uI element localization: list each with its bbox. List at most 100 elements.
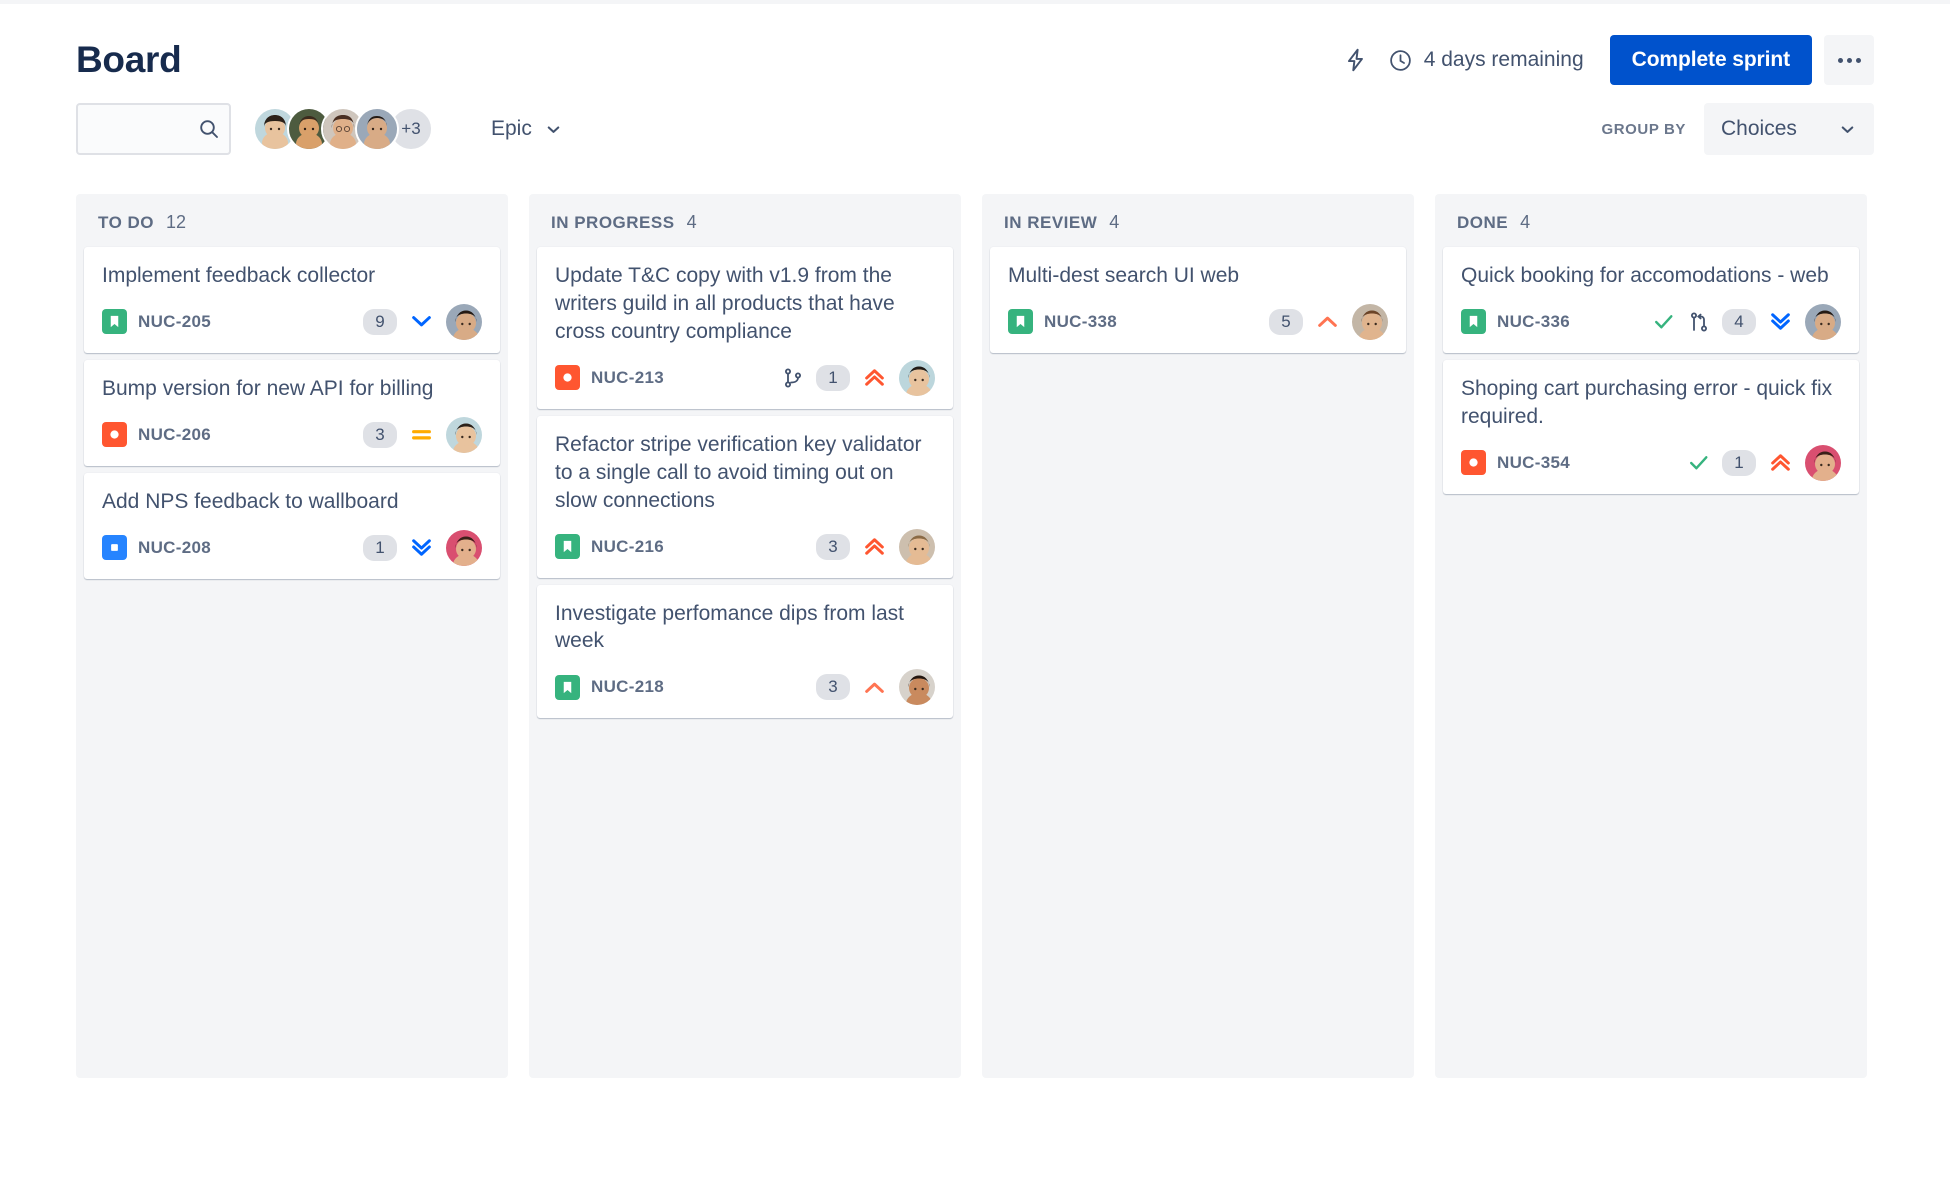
search-box <box>76 103 231 155</box>
complete-sprint-button[interactable]: Complete sprint <box>1609 35 1812 85</box>
issue-card[interactable]: Update T&C copy with v1.9 from the write… <box>537 247 953 409</box>
issue-key[interactable]: NUC-338 <box>1044 312 1117 332</box>
issue-title: Quick booking for accomodations - web <box>1461 264 1829 287</box>
clock-icon <box>1388 48 1413 73</box>
column-count: 4 <box>1109 212 1120 232</box>
board-column: IN REVIEW 4 Multi-dest search UI web NUC-3… <box>982 194 1414 1078</box>
search-input[interactable] <box>76 103 231 155</box>
story-bookmark-icon <box>555 674 580 700</box>
header-actions: 4 days remaining Complete sprint <box>1334 35 1874 85</box>
avatar[interactable] <box>355 107 399 151</box>
bug-circle-icon <box>1461 450 1486 476</box>
page-title: Board <box>76 39 182 80</box>
column-header: IN PROGRESS 4 <box>529 194 961 247</box>
issue-card[interactable]: Quick booking for accomodations - web NU… <box>1443 247 1859 353</box>
chevron-up-icon <box>861 674 888 701</box>
avatar[interactable] <box>1805 444 1841 481</box>
double-chevron-up-icon <box>1767 449 1794 476</box>
double-chevron-up-icon <box>861 364 888 391</box>
group-by-label: GROUP BY <box>1601 120 1686 138</box>
issue-title: Implement feedback collector <box>102 264 376 287</box>
avatar[interactable] <box>1352 303 1388 340</box>
issue-title: Investigate perfomance dips from last we… <box>555 601 905 653</box>
issue-key[interactable]: NUC-206 <box>138 425 211 445</box>
issue-meta: NUC-336 4 <box>1461 303 1841 340</box>
chevron-down-icon <box>544 120 563 139</box>
issue-title: Add NPS feedback to wallboard <box>102 489 399 513</box>
story-points-badge: 1 <box>1722 449 1756 476</box>
column-count: 4 <box>1520 212 1531 232</box>
issue-key[interactable]: NUC-213 <box>591 368 664 388</box>
avatar[interactable] <box>446 303 482 340</box>
issue-title: Update T&C copy with v1.9 from the write… <box>555 264 895 343</box>
bug-circle-icon <box>555 365 580 391</box>
column-title: IN PROGRESS <box>551 213 675 232</box>
issue-meta: NUC-213 1 <box>555 359 935 396</box>
story-bookmark-icon <box>555 534 580 560</box>
issue-title: Bump version for new API for billing <box>102 376 434 400</box>
issue-card[interactable]: Refactor stripe verification key validat… <box>537 415 953 578</box>
issue-card[interactable]: Multi-dest search UI web NUC-338 5 <box>990 247 1406 353</box>
issue-card[interactable]: Bump version for new API for billing NUC… <box>84 359 500 466</box>
board-column: TO DO 12 Implement feedback collector NUC-… <box>76 194 508 1078</box>
issue-key[interactable]: NUC-336 <box>1497 312 1570 332</box>
lightning-bolt-button[interactable] <box>1334 38 1378 82</box>
issue-title: Refactor stripe verification key validat… <box>555 432 922 512</box>
check-icon <box>1651 309 1676 334</box>
avatar-group: +3 <box>253 107 433 151</box>
lightning-bolt-icon <box>1343 47 1369 73</box>
column-header: IN REVIEW 4 <box>982 194 1414 247</box>
column-title: DONE <box>1457 213 1509 232</box>
story-points-badge: 9 <box>363 308 397 335</box>
column-card-list: Implement feedback collector NUC-205 9 B… <box>76 247 508 587</box>
kanban-board: TO DO 12 Implement feedback collector NUC-… <box>76 194 1874 1078</box>
story-points-badge: 1 <box>816 364 850 391</box>
days-remaining-label: 4 days remaining <box>1423 48 1584 71</box>
avatar[interactable] <box>1805 303 1841 340</box>
issue-card[interactable]: Shoping cart purchasing error - quick fi… <box>1443 359 1859 494</box>
issue-meta: NUC-216 3 <box>555 528 935 565</box>
story-bookmark-icon <box>102 309 127 335</box>
group-by-dropdown[interactable]: Choices <box>1704 103 1874 155</box>
column-header: DONE 4 <box>1435 194 1867 247</box>
chevron-up-icon <box>1314 308 1341 335</box>
board-column: DONE 4 Quick booking for accomodations - w… <box>1435 194 1867 1078</box>
issue-key[interactable]: NUC-218 <box>591 677 664 697</box>
board-toolbar: +3 Epic GROUP BY Choices <box>76 90 1874 168</box>
column-title: TO DO <box>98 213 155 232</box>
story-points-badge: 3 <box>816 533 850 560</box>
issue-title: Shoping cart purchasing error - quick fi… <box>1461 376 1833 428</box>
issue-card[interactable]: Investigate perfomance dips from last we… <box>537 584 953 719</box>
more-actions-button[interactable] <box>1824 35 1874 85</box>
bug-circle-icon <box>102 422 127 448</box>
story-points-badge: 3 <box>363 421 397 448</box>
story-points-badge: 5 <box>1269 308 1303 335</box>
avatar[interactable] <box>446 529 482 566</box>
issue-key[interactable]: NUC-205 <box>138 312 211 332</box>
issue-meta: NUC-205 9 <box>102 303 482 340</box>
issue-card[interactable]: Add NPS feedback to wallboard NUC-208 1 <box>84 472 500 579</box>
double-chevron-up-icon <box>861 533 888 560</box>
double-chevron-down-icon <box>1767 308 1794 335</box>
epic-filter-dropdown[interactable]: Epic <box>481 111 573 147</box>
avatar[interactable] <box>899 669 935 706</box>
issue-key[interactable]: NUC-216 <box>591 537 664 557</box>
story-points-badge: 4 <box>1722 308 1756 335</box>
avatar[interactable] <box>899 528 935 565</box>
issue-meta: NUC-354 1 <box>1461 444 1841 481</box>
column-title: IN REVIEW <box>1004 213 1098 232</box>
issue-key[interactable]: NUC-208 <box>138 538 211 558</box>
story-points-badge: 3 <box>816 674 850 701</box>
issue-key[interactable]: NUC-354 <box>1497 453 1570 473</box>
pull-request-icon <box>1687 310 1711 334</box>
issue-card[interactable]: Implement feedback collector NUC-205 9 <box>84 247 500 353</box>
chevron-down-icon <box>408 308 435 335</box>
story-points-badge: 1 <box>363 534 397 561</box>
avatar[interactable] <box>446 416 482 453</box>
ellipsis-icon <box>1837 57 1861 63</box>
issue-title: Multi-dest search UI web <box>1008 264 1240 287</box>
issue-meta: NUC-206 3 <box>102 416 482 453</box>
board-column: IN PROGRESS 4 Update T&C copy with v1.9 fr… <box>529 194 961 1078</box>
story-bookmark-icon <box>1008 309 1033 335</box>
avatar[interactable] <box>899 359 935 396</box>
